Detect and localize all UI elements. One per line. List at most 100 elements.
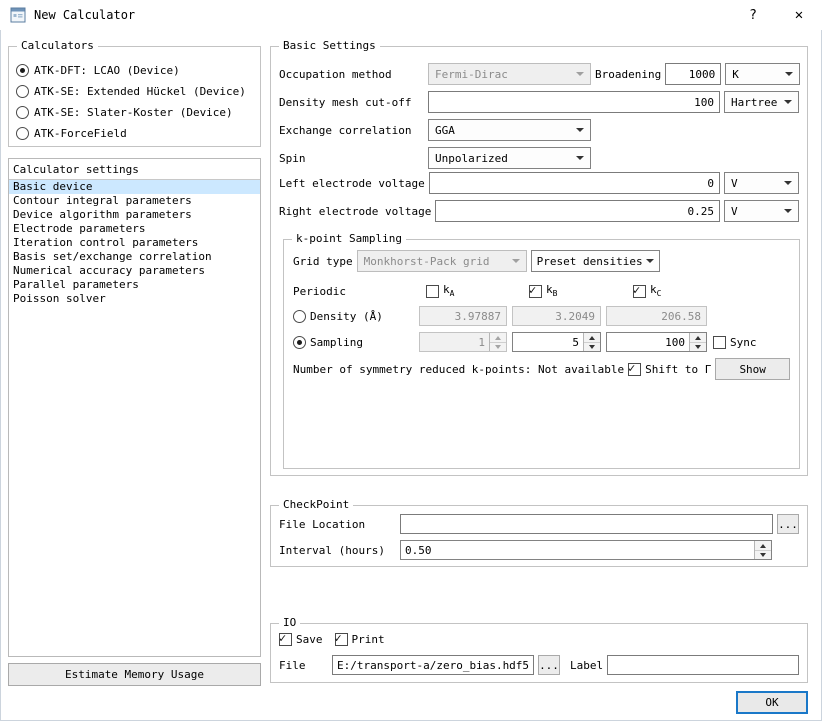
save-label: Save (296, 632, 323, 646)
settings-item-device-algorithm[interactable]: Device algorithm parameters (9, 208, 260, 222)
mesh-unit-select[interactable]: Hartree (724, 91, 799, 113)
density-radio[interactable]: Density (Å) (293, 309, 383, 323)
settings-list-header: Calculator settings (9, 159, 260, 180)
print-checkbox[interactable] (334, 632, 348, 646)
sampling-b-spinner (512, 332, 601, 352)
settings-item-iteration-control[interactable]: Iteration control parameters (9, 236, 260, 250)
density-radio-label: Density (Å) (310, 309, 383, 323)
radio-icon (293, 309, 306, 323)
occupation-method-label: Occupation method (279, 67, 392, 81)
settings-item-electrode[interactable]: Electrode parameters (9, 222, 260, 236)
calculator-settings-list: Calculator settings Basic device Contour… (8, 158, 261, 657)
sync-checkbox[interactable] (713, 335, 726, 349)
exchange-correlation-select[interactable]: GGA (428, 119, 591, 141)
left-voltage-row: Left electrode voltage V (279, 172, 799, 194)
ka-checkbox[interactable] (426, 284, 439, 298)
calculator-option-atk-dft[interactable]: ATK-DFT: LCAO (Device) (16, 63, 260, 77)
check-icon (279, 631, 286, 645)
shift-to-gamma-label: Shift to Γ (645, 362, 712, 376)
spin-up-icon[interactable] (584, 333, 600, 342)
right-voltage-label: Right electrode voltage (279, 204, 432, 218)
shift-to-gamma-checkbox[interactable] (628, 362, 642, 376)
spin-down-icon[interactable] (690, 342, 706, 351)
broadening-label: Broadening (595, 67, 662, 81)
settings-item-parallel[interactable]: Parallel parameters (9, 278, 260, 292)
sampling-radio[interactable]: Sampling (293, 335, 363, 349)
spin-value: Unpolarized (435, 151, 508, 165)
calculator-option-atk-forcefield[interactable]: ATK-ForceField (16, 126, 260, 140)
grid-type-row: Grid type Monkhorst-Pack grid Preset den… (293, 250, 790, 272)
symmetry-text: Number of symmetry reduced k-points: Not… (293, 362, 625, 376)
density-mesh-input[interactable] (428, 91, 720, 113)
broadening-input[interactable] (665, 63, 722, 85)
titlebar: New Calculator ? ✕ (0, 0, 822, 30)
file-location-input[interactable] (400, 514, 773, 534)
io-file-input[interactable] (332, 655, 534, 675)
preset-densities-label: Preset densities (536, 254, 643, 268)
checkpoint-group: CheckPoint File Location ... Interval (h… (270, 498, 808, 567)
sampling-row: Sampling Sync (293, 331, 790, 353)
spin-select[interactable]: Unpolarized (428, 147, 591, 169)
ok-button[interactable]: OK (736, 691, 808, 714)
io-label-input[interactable] (607, 655, 799, 675)
close-button[interactable]: ✕ (776, 0, 822, 30)
settings-item-basis-set[interactable]: Basis set/exchange correlation (9, 250, 260, 264)
left-voltage-input[interactable] (428, 172, 720, 194)
spin-up-icon[interactable] (690, 333, 706, 342)
density-a-field (419, 306, 507, 326)
spin-down-icon (490, 342, 506, 351)
right-voltage-unit-value: V (731, 204, 738, 218)
help-button[interactable]: ? (730, 0, 776, 30)
check-icon (633, 283, 640, 297)
calculator-option-atk-se-slater-koster[interactable]: ATK-SE: Slater-Koster (Device) (16, 105, 260, 119)
grid-type-label: Grid type (293, 254, 353, 268)
calculator-option-atk-se-huckel[interactable]: ATK-SE: Extended Hückel (Device) (16, 84, 260, 98)
preset-densities-button[interactable]: Preset densities (530, 250, 660, 272)
radio-icon (16, 63, 29, 77)
kb-checkbox[interactable] (529, 284, 542, 298)
calculator-option-label: ATK-SE: Extended Hückel (Device) (34, 84, 246, 98)
chevron-down-icon (576, 128, 584, 132)
show-button[interactable]: Show (715, 358, 790, 380)
right-voltage-input[interactable] (435, 200, 720, 222)
interval-label: Interval (hours) (279, 543, 385, 557)
left-voltage-unit-select[interactable]: V (724, 172, 799, 194)
broadening-unit-select[interactable]: K (725, 63, 801, 85)
settings-item-contour-integral[interactable]: Contour integral parameters (9, 194, 260, 208)
grid-type-select: Monkhorst-Pack grid (356, 250, 527, 272)
save-checkbox[interactable] (279, 631, 292, 646)
spin-up-icon[interactable] (755, 541, 771, 550)
exchange-correlation-value: GGA (435, 123, 455, 137)
estimate-memory-button[interactable]: Estimate Memory Usage (8, 663, 261, 686)
radio-icon (16, 105, 29, 119)
ka-label: kA (443, 283, 455, 299)
file-location-browse-button[interactable]: ... (777, 514, 799, 534)
right-voltage-unit-select[interactable]: V (724, 200, 799, 222)
density-row: Density (Å) (293, 305, 790, 327)
sampling-b-input[interactable] (513, 333, 583, 351)
kpoint-group-label: k-point Sampling (292, 232, 406, 245)
calculator-option-label: ATK-ForceField (34, 126, 127, 140)
spin-row: Spin Unpolarized (279, 147, 799, 169)
kb-label: kB (546, 283, 558, 299)
radio-icon (16, 126, 29, 140)
kc-label: kC (650, 283, 662, 299)
kc-checkbox[interactable] (633, 283, 646, 298)
print-label: Print (351, 632, 385, 646)
settings-item-numerical-accuracy[interactable]: Numerical accuracy parameters (9, 264, 260, 278)
io-file-browse-button[interactable]: ... (538, 655, 560, 675)
radio-icon (16, 84, 29, 98)
sync-label: Sync (730, 335, 757, 349)
exchange-correlation-label: Exchange correlation (279, 123, 412, 137)
interval-input[interactable] (401, 541, 754, 559)
settings-item-poisson-solver[interactable]: Poisson solver (9, 292, 260, 306)
density-mesh-label: Density mesh cut-off (279, 95, 412, 109)
spin-down-icon[interactable] (584, 342, 600, 351)
io-label-label: Label (570, 658, 604, 672)
symmetry-row: Number of symmetry reduced k-points: Not… (293, 358, 790, 380)
chevron-down-icon (785, 72, 794, 76)
spin-down-icon[interactable] (755, 550, 771, 559)
sampling-a-spinner (419, 332, 507, 352)
settings-item-basic-device[interactable]: Basic device (9, 180, 260, 194)
sampling-c-input[interactable] (607, 333, 689, 351)
